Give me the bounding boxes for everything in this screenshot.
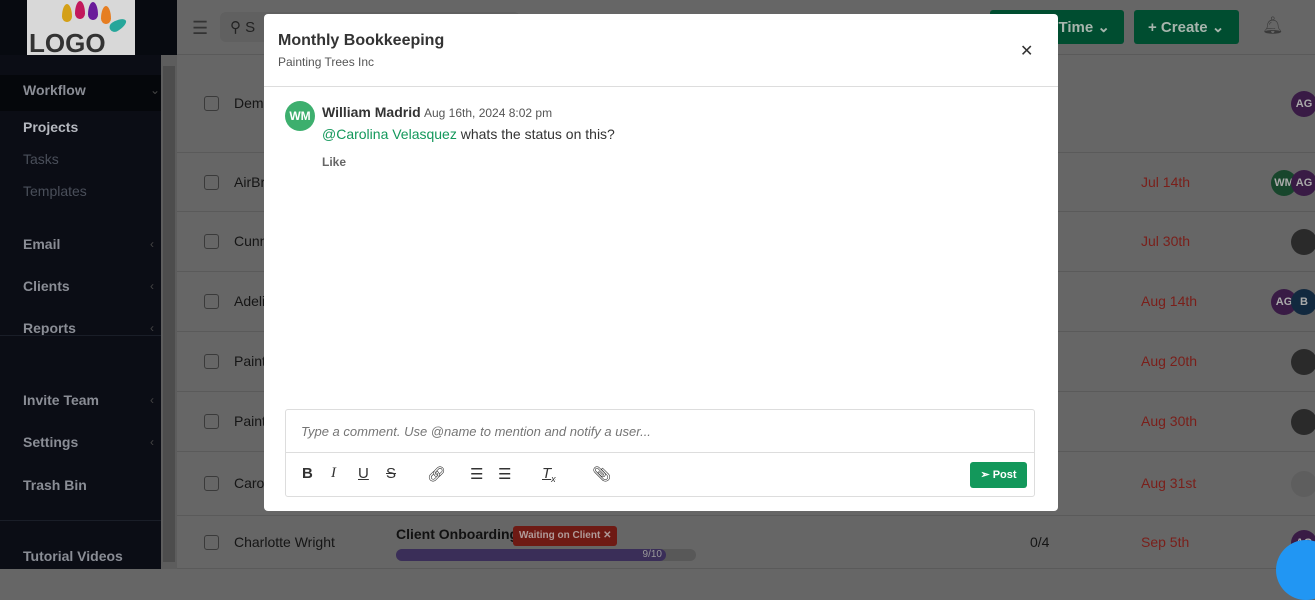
- sidebar-item-workflow[interactable]: Workflow: [23, 82, 86, 98]
- ordered-list-icon[interactable]: ☰: [470, 465, 483, 483]
- send-icon: ➢: [980, 469, 990, 481]
- comment-timestamp: Aug 16th, 2024 8:02 pm: [424, 106, 553, 120]
- chevron-down-icon: ⌄: [150, 83, 161, 97]
- divider: [0, 520, 161, 521]
- search-icon: ⚲: [230, 19, 241, 36]
- row-checkbox[interactable]: [204, 354, 219, 369]
- due-date: Jul 30th: [1141, 233, 1191, 249]
- link-icon[interactable]: 🔗︎: [427, 465, 446, 483]
- status-badge[interactable]: Waiting on Client ✕: [513, 526, 618, 546]
- avatar: [1291, 471, 1315, 497]
- modal-title: Monthly Bookkeeping: [278, 32, 445, 49]
- avatar: [1291, 409, 1315, 435]
- sidebar-item-templates[interactable]: Templates: [23, 183, 87, 199]
- underline-icon[interactable]: U: [358, 465, 369, 482]
- due-date: Aug 31st: [1141, 475, 1197, 491]
- comments-modal: Monthly Bookkeeping Painting Trees Inc ✕…: [264, 14, 1058, 511]
- sidebar: Workflow ⌄ Projects Tasks Templates Email…: [0, 55, 161, 569]
- row-checkbox[interactable]: [204, 294, 219, 309]
- progress-fill: 9/10: [396, 549, 666, 561]
- row-checkbox[interactable]: [204, 414, 219, 429]
- create-button[interactable]: + Create ⌄: [1134, 10, 1239, 44]
- chevron-left-icon: ‹: [150, 321, 154, 335]
- start-date: 0/4: [1030, 533, 1050, 550]
- mention-link[interactable]: @Carolina Velasquez: [322, 126, 457, 142]
- project-name[interactable]: Client Onboarding: [396, 526, 518, 542]
- clear-format-icon[interactable]: Tx: [542, 465, 556, 484]
- divider: [264, 86, 1058, 87]
- chevron-left-icon: ‹: [150, 435, 154, 449]
- bold-icon[interactable]: B: [302, 465, 313, 482]
- strikethrough-icon[interactable]: S: [386, 465, 396, 482]
- avatar: AG: [1291, 91, 1315, 117]
- chevron-left-icon: ‹: [150, 393, 154, 407]
- client-name[interactable]: Charlotte Wright: [234, 534, 335, 550]
- comment-editor: B I U S 🔗︎ ☰ ☰ Tx 📎︎ ➢ Post: [285, 409, 1035, 497]
- avatar: [1291, 349, 1315, 375]
- client-name[interactable]: Paint: [234, 353, 266, 369]
- due-date: Aug 14th: [1141, 293, 1198, 309]
- due-date: Aug 20th: [1141, 353, 1198, 369]
- sidebar-item-tasks[interactable]: Tasks: [23, 151, 59, 167]
- scrollbar-thumb[interactable]: [163, 66, 175, 562]
- sidebar-item-tutorial-videos[interactable]: Tutorial Videos: [23, 548, 123, 564]
- sidebar-item-reports[interactable]: Reports: [23, 320, 76, 336]
- italic-icon[interactable]: I: [331, 465, 336, 482]
- hamburger-menu-icon[interactable]: ☰: [192, 18, 208, 39]
- client-name[interactable]: Adeli: [234, 293, 265, 309]
- bell-icon[interactable]: 🔔︎: [1262, 16, 1284, 36]
- sidebar-item-trash-bin[interactable]: Trash Bin: [23, 477, 87, 493]
- row-checkbox[interactable]: [204, 96, 219, 111]
- sidebar-item-email[interactable]: Email: [23, 236, 60, 252]
- comment-input[interactable]: [286, 410, 1034, 453]
- client-name[interactable]: AirBr: [234, 174, 265, 190]
- avatar: B: [1291, 289, 1315, 315]
- avatar: AG: [1291, 169, 1315, 196]
- progress-bar: 9/10: [396, 549, 696, 561]
- row-checkbox[interactable]: [204, 234, 219, 249]
- comment-text: @Carolina Velasquez whats the status on …: [322, 126, 615, 142]
- row-checkbox[interactable]: [204, 174, 219, 190]
- avatar: [1291, 229, 1315, 255]
- close-icon[interactable]: ✕: [1020, 41, 1033, 61]
- bullet-list-icon[interactable]: ☰: [498, 465, 511, 483]
- comment-author: William Madrid: [322, 104, 421, 120]
- divider: [0, 335, 161, 336]
- client-name[interactable]: Paint: [234, 413, 266, 429]
- client-name[interactable]: Caro: [234, 475, 264, 491]
- avatar: WM: [285, 101, 315, 131]
- table-row[interactable]: Charlotte Wright 0/4 Sep 5thAG: [177, 516, 1315, 569]
- client-name[interactable]: Cunn: [234, 233, 267, 249]
- row-checkbox[interactable]: [204, 476, 219, 491]
- sidebar-item-invite-team[interactable]: Invite Team: [23, 392, 99, 408]
- modal-subtitle: Painting Trees Inc: [278, 55, 375, 69]
- post-button[interactable]: ➢ Post: [970, 462, 1027, 488]
- due-date: Sep 5th: [1141, 533, 1190, 550]
- chevron-left-icon: ‹: [150, 237, 154, 251]
- like-button[interactable]: Like: [322, 155, 346, 169]
- attachment-icon[interactable]: 📎︎: [592, 465, 611, 483]
- sidebar-item-projects[interactable]: Projects: [23, 119, 78, 135]
- logo: LOGO: [27, 0, 135, 58]
- due-date: Jul 14th: [1141, 173, 1191, 190]
- due-date: Aug 30th: [1141, 413, 1198, 429]
- sidebar-item-settings[interactable]: Settings: [23, 434, 78, 450]
- sidebar-item-clients[interactable]: Clients: [23, 278, 70, 294]
- row-checkbox[interactable]: [204, 534, 219, 550]
- logo-area: LOGO: [0, 0, 177, 58]
- chevron-left-icon: ‹: [150, 279, 154, 293]
